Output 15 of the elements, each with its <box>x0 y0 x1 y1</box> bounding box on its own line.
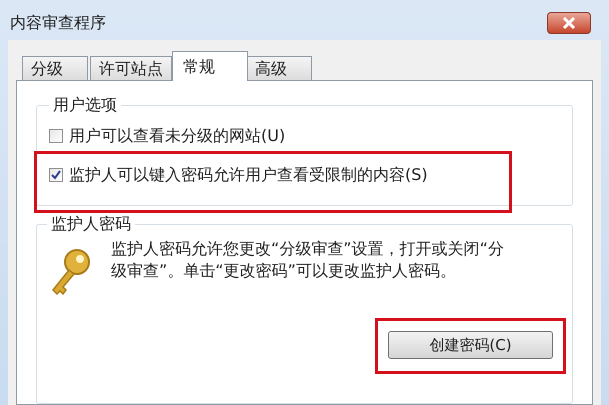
tab[interactable]: 许可站点 <box>90 56 172 81</box>
description-text: 监护人密码允许您更改“分级审查”设置，打开或关闭“分级审查”。单击“更改密码”可以更改监护人密码。 <box>111 238 505 282</box>
close-icon <box>562 17 576 29</box>
group-title: 用户选项 <box>52 94 118 116</box>
group-title: 监护人密码 <box>50 213 132 235</box>
create-password-button[interactable]: 创建密码(C) <box>388 331 553 359</box>
tab[interactable]: 高级 <box>246 56 312 81</box>
option-label: 用户可以查看未分级的网站(U) <box>69 125 286 147</box>
window-title: 内容审查程序 <box>10 12 106 34</box>
checkbox[interactable] <box>49 168 63 182</box>
checkbox[interactable] <box>49 129 63 143</box>
tab[interactable]: 分级 <box>22 56 88 81</box>
tab[interactable]: 常规 <box>172 51 248 81</box>
close-button[interactable] <box>547 12 591 34</box>
option-label: 监护人可以键入密码允许用户查看受限制的内容(S) <box>69 164 428 186</box>
